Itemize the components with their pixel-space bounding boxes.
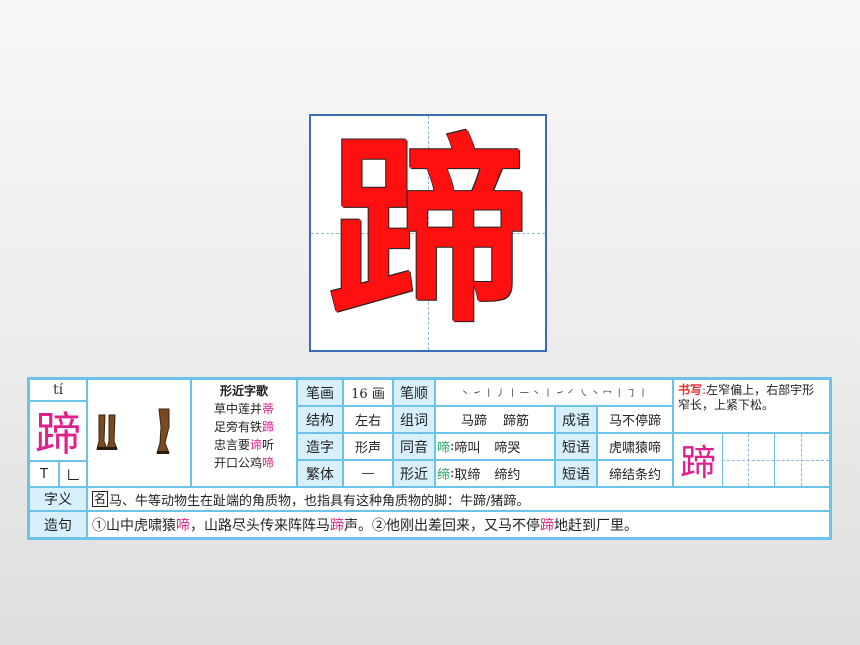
poem-line-highlight: 谛: [249, 438, 262, 452]
poem-line-2: 足旁有铁蹄: [192, 418, 296, 436]
phrase2-label: 短语: [555, 460, 597, 487]
card-character: 蹄: [29, 401, 87, 461]
poem-line-text: 忠言要: [213, 438, 250, 452]
similar-label: 形近: [393, 460, 435, 487]
character-tile: 蹄: [309, 114, 547, 352]
sentence-text: ，山路尽头传来阵阵马: [190, 517, 330, 534]
meaning-tag: 名: [92, 491, 109, 507]
phrase: 虎啸猿啼: [597, 433, 673, 460]
word-2: 蹄筋: [503, 414, 530, 429]
poem-line-text: 足旁有铁: [213, 420, 262, 434]
poem-line-text: 听: [262, 438, 275, 452]
traditional: —: [343, 460, 393, 487]
traditional-label: 繁体: [297, 460, 343, 487]
homophone: 啼: 啼叫 啼哭: [435, 433, 555, 460]
word-1: 马蹄: [460, 414, 487, 429]
sentence-label: 造句: [29, 511, 87, 538]
formation-label: 造字: [297, 433, 343, 460]
meaning-text: 马、牛等动物生在趾端的角质物，也指具有这种角质物的脚：牛蹄/猪蹄。: [109, 493, 530, 509]
stroke-order-label: 笔顺: [393, 379, 435, 406]
stroke-count: 16 画: [343, 379, 393, 406]
sentence-text: 地赶到厂里。: [554, 517, 638, 534]
sentence-text: 声。②他刚出差回来，又马不停: [344, 517, 540, 534]
poem-box: 形近字歌 草中莲并蒂 足旁有铁蹄 忠言要谛听 开口公鸡啼: [191, 379, 297, 487]
radical: 𠃊: [59, 461, 87, 487]
similar-char: 缔: [437, 468, 451, 483]
words-label: 组词: [393, 406, 435, 433]
stroke-count-label: 笔画: [297, 379, 343, 406]
poem-line-1: 草中莲并蒂: [192, 400, 296, 418]
meaning-label: 字义: [29, 487, 87, 511]
practice-grid: 蹄: [673, 433, 830, 487]
writing-tip: 书写:左窄偏上，右部宇形窄长，上紧下松。: [673, 379, 830, 433]
poem-line-text: 开口公鸡: [213, 456, 262, 470]
big-character: 蹄: [327, 115, 528, 350]
homophone-word-1: 啼叫: [454, 441, 481, 456]
formation: 形声: [343, 433, 393, 460]
idiom: 马不停蹄: [597, 406, 673, 433]
sentence-highlight: 蹄: [540, 517, 554, 534]
sentence-highlight: 蹄: [330, 517, 344, 534]
poem-line-text: 草中莲并: [213, 402, 262, 416]
idiom-label: 成语: [555, 406, 597, 433]
poem-line-highlight: 啼: [262, 456, 275, 470]
poem-line-highlight: 蹄: [262, 420, 275, 434]
pinyin: tí: [29, 379, 87, 401]
phrase-label: 短语: [555, 433, 597, 460]
similar-word-2: 缔约: [494, 468, 521, 483]
homophone-label: 同音: [393, 433, 435, 460]
homophone-word-2: 啼哭: [494, 441, 521, 456]
hoof-image-icon: [96, 408, 170, 454]
structure: 左右: [343, 406, 393, 433]
structure-label: 结构: [297, 406, 343, 433]
practice-grid-line: [722, 460, 829, 461]
sentence: ①山中虎啸猿啼，山路尽头传来阵阵马蹄声。②他刚出差回来，又马不停蹄地赶到厂里。: [87, 511, 830, 538]
sentence-highlight: 啼: [176, 517, 190, 534]
poem-line-highlight: 蒂: [262, 402, 275, 416]
character-info-card: tí 蹄 T 𠃊 形近字歌 草中莲并蒂 足旁有铁蹄 忠言要谛听 开口公鸡啼 笔画…: [27, 377, 832, 540]
poem-line-4: 开口公鸡啼: [192, 454, 296, 472]
poem-title: 形近字歌: [219, 384, 268, 398]
poem-line-3: 忠言要谛听: [192, 436, 296, 454]
similar: 缔: 取缔 缔约: [435, 460, 555, 487]
writing-label: 书写: [678, 383, 703, 397]
words: 马蹄 蹄筋: [435, 406, 555, 433]
hoof-illustration: [87, 379, 191, 487]
practice-character: 蹄: [679, 443, 716, 484]
sentence-text: ①山中虎啸猿: [92, 517, 176, 534]
phrase2: 缔结条约: [597, 460, 673, 487]
radical-label: T: [29, 461, 59, 487]
stroke-order: 丶 ㇀ 丨 丿 丨 一 丶 丨 ㇀ ㇒ ㇏ 丶 冖 丨 ㇆ 丨: [435, 379, 673, 406]
homophone-char: 啼: [437, 441, 451, 456]
meaning: 名马、牛等动物生在趾端的角质物，也指具有这种角质物的脚：牛蹄/猪蹄。: [87, 487, 830, 511]
similar-word-1: 取缔: [454, 468, 481, 483]
